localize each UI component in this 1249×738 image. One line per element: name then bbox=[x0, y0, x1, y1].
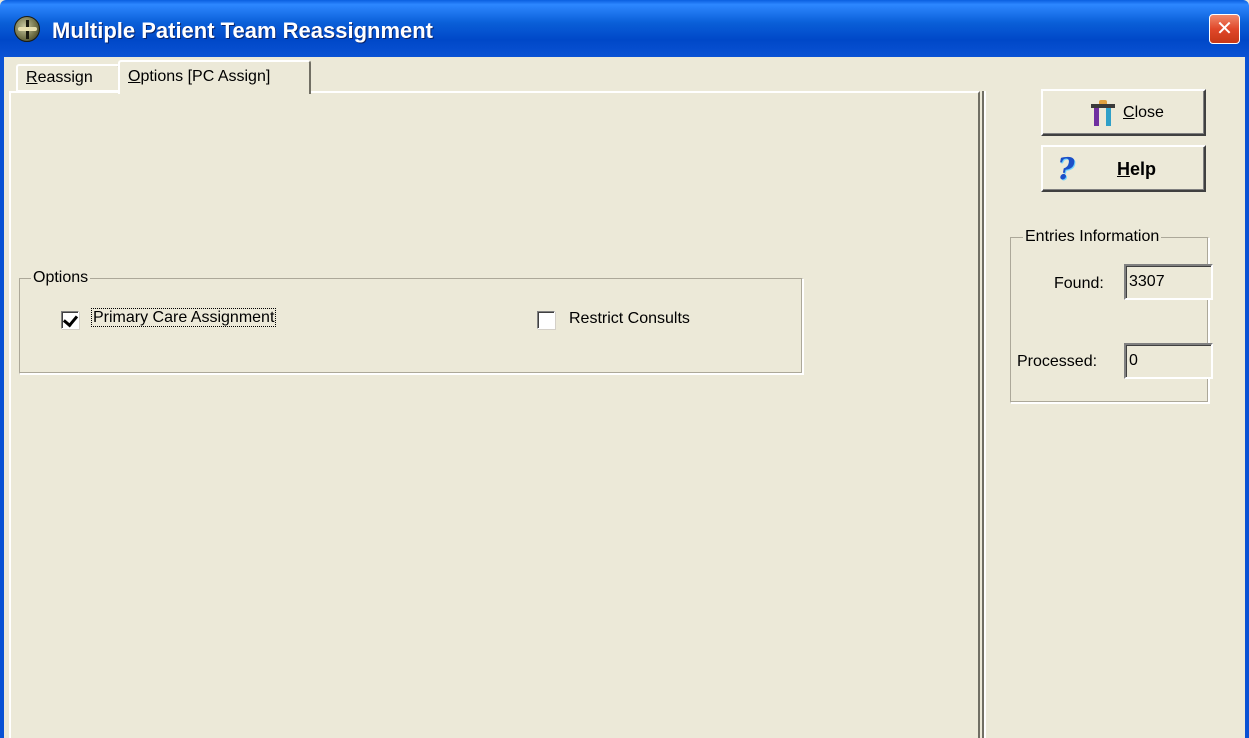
primary-care-assignment-text: Primary Care Assignment bbox=[91, 308, 277, 327]
window-close-button[interactable]: ✕ bbox=[1209, 14, 1240, 44]
tab-reassign-hotkey: R bbox=[26, 69, 38, 86]
processed-label: Processed: bbox=[1017, 353, 1098, 370]
close-button-label: Close bbox=[1123, 104, 1164, 121]
processed-field[interactable] bbox=[1124, 343, 1213, 379]
entries-information-label: Entries Information bbox=[1023, 228, 1162, 246]
title-bar[interactable]: Multiple Patient Team Reassignment ✕ bbox=[0, 0, 1249, 57]
question-mark-icon: ? bbox=[1057, 152, 1075, 187]
gate-icon bbox=[1091, 100, 1115, 128]
primary-care-assignment-checkbox[interactable] bbox=[61, 311, 79, 329]
found-field[interactable] bbox=[1124, 264, 1213, 300]
found-label: Found: bbox=[1054, 275, 1104, 292]
tab-reassign[interactable]: Reassign bbox=[16, 64, 120, 92]
dialog-window: Multiple Patient Team Reassignment ✕ Rea… bbox=[0, 0, 1249, 738]
close-button[interactable]: Close bbox=[1041, 89, 1206, 136]
window-frame-right bbox=[1245, 57, 1249, 738]
side-panel-divider bbox=[982, 91, 986, 738]
window-title: Multiple Patient Team Reassignment bbox=[52, 18, 434, 43]
restrict-consults-label[interactable]: Restrict Consults bbox=[569, 310, 690, 328]
help-button-label: Help bbox=[1117, 159, 1157, 179]
restrict-consults-checkbox[interactable] bbox=[537, 311, 555, 329]
primary-care-assignment-label[interactable]: Primary Care Assignment bbox=[91, 308, 277, 327]
tab-options-pc-assign[interactable]: Options [PC Assign] bbox=[118, 60, 311, 94]
options-group-label: Options bbox=[31, 269, 91, 287]
options-tab-panel bbox=[9, 91, 980, 738]
window-frame-left bbox=[0, 57, 4, 738]
help-button[interactable]: ? Help bbox=[1041, 145, 1206, 192]
app-caduceus-icon bbox=[14, 16, 40, 42]
tab-reassign-label: eassign bbox=[37, 69, 93, 86]
tab-options-label: ptions [PC Assign] bbox=[140, 68, 271, 85]
tab-options-hotkey: O bbox=[128, 68, 141, 85]
